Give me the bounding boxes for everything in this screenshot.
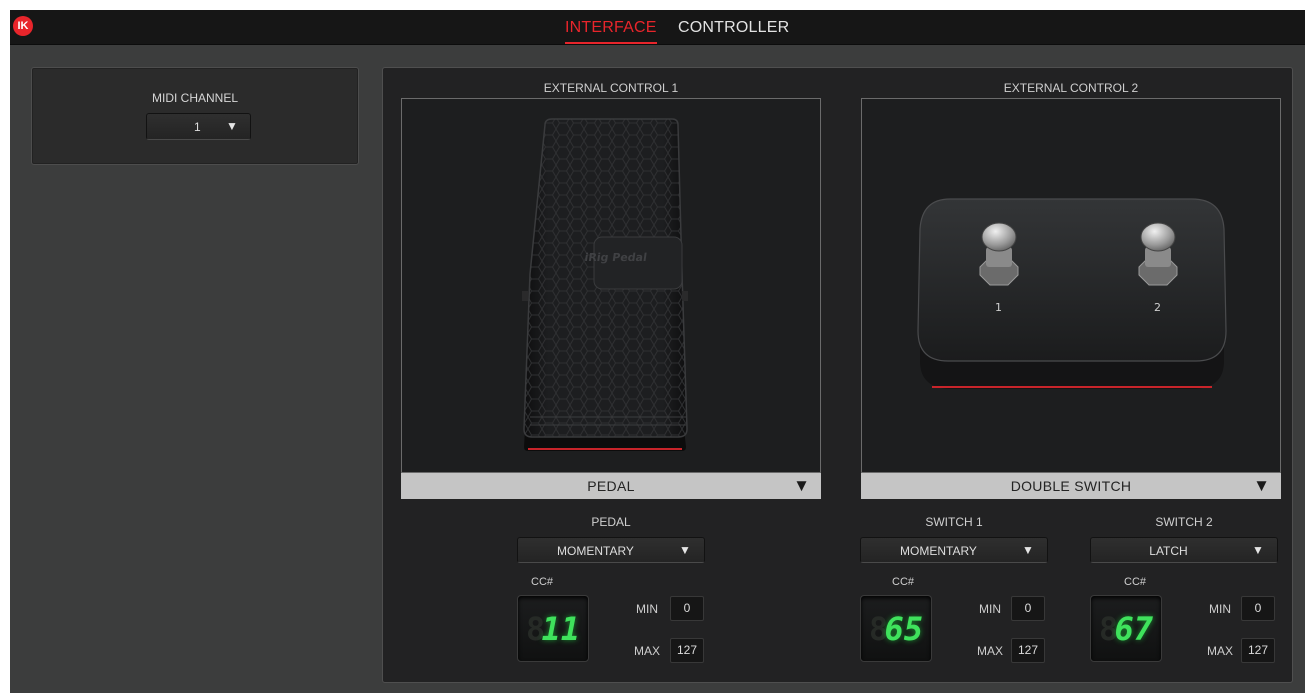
switch-2-settings-title: SWITCH 2 [1155,515,1213,529]
tab-interface[interactable]: INTERFACE [565,19,657,44]
midi-channel-value: 1 [194,120,201,134]
pedal-settings-title: PEDAL [591,515,631,529]
external-control-2-title: EXTERNAL CONTROL 2 [1003,81,1139,95]
dropdown-arrow-icon: ▼ [793,476,810,495]
ik-logo-icon: IK [13,16,33,36]
pedal-min-field[interactable]: 0 [670,596,704,621]
switch-1-number: 1 [995,301,1002,314]
switch-2-cc-display[interactable]: 8 67 [1090,595,1162,662]
external-controls-panel: EXTERNAL CONTROL 1 EXTERNAL CONTROL 2 iR… [382,67,1293,683]
switch-2-max-field[interactable]: 127 [1241,638,1275,663]
external-control-2-device-select[interactable]: DOUBLE SWITCH ▼ [861,473,1281,499]
switch-2-mode-dropdown[interactable]: LATCH ▼ [1090,537,1278,563]
midi-channel-dropdown[interactable]: 1 ▼ [146,113,251,140]
chevron-down-icon: ▼ [679,543,691,557]
ec2-device-label: DOUBLE SWITCH [1010,478,1132,494]
chevron-down-icon: ▼ [226,119,238,133]
pedal-cc-value: 11 [541,610,580,648]
pedal-max-label: MAX [634,644,661,658]
pedal-cc-label: CC# [531,576,554,588]
pedal-brand-text: iRig Pedal [584,251,648,264]
ec1-device-label: PEDAL [587,478,635,494]
external-control-1-device-select[interactable]: PEDAL ▼ [401,473,821,499]
midi-channel-panel: MIDI CHANNEL 1 ▼ [31,67,359,165]
switch-1-mode-dropdown[interactable]: MOMENTARY ▼ [860,537,1048,563]
dropdown-arrow-icon: ▼ [1253,476,1270,495]
switch-1-cc-value: 65 [884,610,923,648]
chevron-down-icon: ▼ [1022,543,1034,557]
external-control-1-title: EXTERNAL CONTROL 1 [543,81,679,95]
chevron-down-icon: ▼ [1252,543,1264,557]
external-control-1-preview: iRig Pedal [401,98,821,473]
midi-channel-label: MIDI CHANNEL [151,91,238,105]
pedal-min-label: MIN [636,602,658,616]
switch-1-mode-value: MOMENTARY [900,544,977,558]
tab-controller[interactable]: CONTROLLER [678,19,789,37]
switch-1-max-label: MAX [977,644,1004,658]
pedal-mode-dropdown[interactable]: MOMENTARY ▼ [517,537,705,563]
pedal-mode-value: MOMENTARY [557,544,634,558]
switch-2-cc-label: CC# [1124,576,1147,588]
switch-2-cc-value: 67 [1114,610,1153,648]
switch-1-min-field[interactable]: 0 [1011,596,1045,621]
switch-2-mode-value: LATCH [1149,544,1188,558]
switch-2-min-label: MIN [1209,602,1231,616]
double-switch-image: 1 2 [917,198,1227,389]
switch-2-number: 2 [1154,301,1161,314]
expression-pedal-image: iRig Pedal [522,118,688,451]
external-control-2-preview: 1 2 [861,98,1281,473]
switch-1-min-label: MIN [979,602,1001,616]
switch-1-cc-label: CC# [892,576,915,588]
app-window: IK INTERFACE CONTROLLER MIDI CHANNEL 1 ▼… [10,10,1305,693]
pedal-cc-display[interactable]: 8 11 [517,595,589,662]
switch-2-min-field[interactable]: 0 [1241,596,1275,621]
switch-2-max-label: MAX [1207,644,1234,658]
top-bar: IK INTERFACE CONTROLLER [10,10,1305,45]
pedal-max-field[interactable]: 127 [670,638,704,663]
switch-1-settings-title: SWITCH 1 [925,515,983,529]
switch-1-cc-display[interactable]: 8 65 [860,595,932,662]
switch-1-max-field[interactable]: 127 [1011,638,1045,663]
